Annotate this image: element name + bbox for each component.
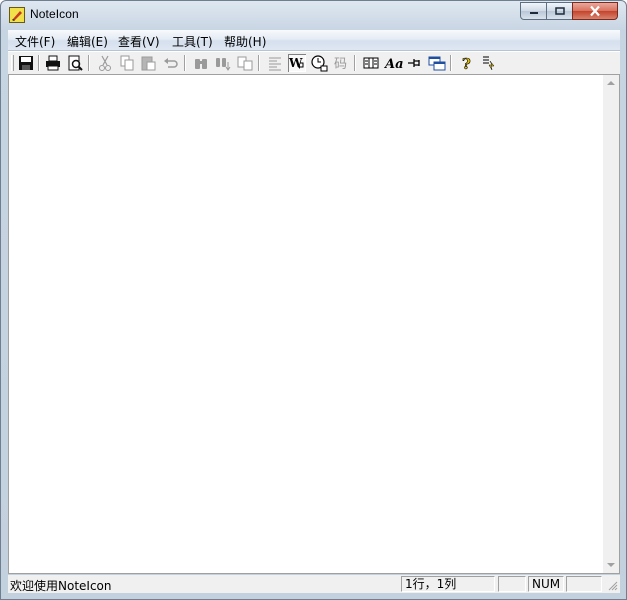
menu-bar: 文件(F) 编辑(E) 查看(V) 工具(T) 帮助(H) bbox=[8, 30, 620, 51]
title-bar[interactable]: NoteIcon bbox=[1, 1, 626, 29]
minimize-button[interactable] bbox=[520, 2, 547, 20]
scroll-up-arrow-icon[interactable] bbox=[607, 81, 615, 85]
encoding-label: 码 bbox=[334, 57, 348, 72]
timestamp-button[interactable] bbox=[310, 54, 328, 72]
word-wrap-icon: W bbox=[288, 56, 304, 70]
window-icon bbox=[428, 56, 446, 71]
printer-icon bbox=[46, 55, 60, 71]
clock-icon bbox=[311, 55, 328, 72]
close-button[interactable] bbox=[572, 2, 618, 20]
menu-view[interactable]: 查看(V) bbox=[116, 33, 162, 50]
scissors-icon bbox=[99, 55, 111, 71]
pin-icon bbox=[408, 59, 420, 67]
toolbar-grip[interactable] bbox=[11, 55, 14, 71]
num-lock-indicator: NUM bbox=[528, 576, 564, 592]
font-label: Aa bbox=[385, 57, 404, 72]
print-button[interactable] bbox=[44, 54, 62, 72]
toolbar-separator bbox=[184, 55, 186, 71]
copy-icon bbox=[120, 55, 134, 71]
pin-button[interactable] bbox=[406, 54, 424, 72]
maximize-button[interactable] bbox=[546, 2, 573, 20]
vertical-scrollbar[interactable] bbox=[603, 75, 619, 573]
menu-tools[interactable]: 工具(T) bbox=[170, 33, 215, 50]
font-button[interactable]: Aa bbox=[384, 54, 404, 72]
context-help-icon bbox=[483, 56, 495, 71]
find-button[interactable] bbox=[192, 54, 210, 72]
window-button[interactable] bbox=[428, 54, 446, 72]
menu-file[interactable]: 文件(F) bbox=[13, 33, 57, 50]
replace-icon bbox=[237, 56, 253, 71]
help-button[interactable]: ? bbox=[458, 54, 476, 72]
align-left-icon bbox=[269, 57, 281, 71]
context-help-button[interactable] bbox=[480, 54, 498, 72]
save-icon bbox=[19, 56, 33, 70]
undo-button[interactable] bbox=[162, 54, 180, 72]
cursor-position: 1行，1列 bbox=[401, 576, 495, 592]
text-editor-area[interactable] bbox=[8, 74, 620, 574]
columns-icon bbox=[363, 57, 379, 69]
toolbar-separator bbox=[450, 55, 452, 71]
app-window: NoteIcon 文件(F) 编辑(E) 查看(V) 工具(T) 帮助(H) W… bbox=[0, 0, 627, 600]
binoculars-icon bbox=[195, 59, 207, 69]
menu-help[interactable]: 帮助(H) bbox=[222, 33, 268, 50]
toolbar-separator bbox=[258, 55, 260, 71]
save-button[interactable] bbox=[17, 54, 35, 72]
print-preview-button[interactable] bbox=[66, 54, 84, 72]
menu-edit[interactable]: 编辑(E) bbox=[65, 33, 110, 50]
svg-text:?: ? bbox=[462, 55, 471, 72]
status-pane-empty bbox=[566, 576, 602, 592]
scroll-down-arrow-icon[interactable] bbox=[607, 563, 615, 567]
close-icon bbox=[590, 5, 600, 17]
word-wrap-button[interactable]: W bbox=[288, 54, 306, 72]
status-bar: 欢迎使用NoteIcon 1行，1列 NUM bbox=[8, 575, 620, 593]
find-next-icon bbox=[216, 58, 231, 71]
cut-button[interactable] bbox=[96, 54, 114, 72]
find-next-button[interactable] bbox=[214, 54, 232, 72]
print-preview-icon bbox=[68, 55, 83, 71]
copy-button[interactable] bbox=[118, 54, 136, 72]
resize-grip-icon[interactable] bbox=[606, 579, 618, 591]
encoding-button[interactable]: 码 bbox=[332, 54, 350, 72]
columns-button[interactable] bbox=[362, 54, 380, 72]
question-mark-icon: ? bbox=[462, 55, 472, 72]
replace-button[interactable] bbox=[236, 54, 254, 72]
app-pencil-icon[interactable] bbox=[9, 7, 25, 23]
paste-icon bbox=[141, 56, 156, 71]
paste-button[interactable] bbox=[140, 54, 158, 72]
toolbar-separator bbox=[88, 55, 90, 71]
status-message: 欢迎使用NoteIcon bbox=[10, 579, 112, 593]
toolbar-separator bbox=[354, 55, 356, 71]
window-title: NoteIcon bbox=[30, 7, 79, 21]
toolbar: W 码 Aa ? bbox=[8, 51, 620, 75]
undo-icon bbox=[164, 58, 178, 68]
align-left-button[interactable] bbox=[266, 54, 284, 72]
status-pane-empty bbox=[498, 576, 526, 592]
toolbar-separator bbox=[38, 55, 40, 71]
